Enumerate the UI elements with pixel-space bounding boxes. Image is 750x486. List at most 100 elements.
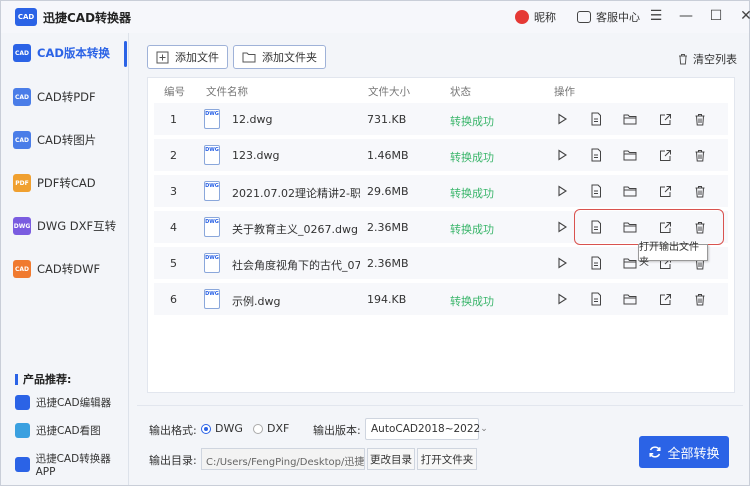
file-name: 示例.dwg bbox=[232, 295, 281, 308]
preview-button[interactable] bbox=[588, 255, 604, 271]
format-radio-dwg[interactable]: DWG bbox=[201, 422, 243, 435]
col-num: 编号 bbox=[164, 86, 185, 98]
dir-label: 输出目录: bbox=[149, 454, 197, 467]
close-button[interactable]: ✕ bbox=[737, 7, 750, 25]
recommend-item-label: 迅捷CAD转换器APP bbox=[35, 453, 111, 478]
open-folder-button[interactable] bbox=[622, 291, 638, 307]
format-option-label: DWG bbox=[215, 422, 243, 435]
open-output-button[interactable] bbox=[657, 291, 673, 307]
status-text: 转换成功 bbox=[450, 187, 494, 200]
version-value: AutoCAD2018~2022 bbox=[371, 423, 481, 435]
preview-button[interactable] bbox=[588, 147, 604, 163]
table-row[interactable]: 3 DWG 2021.07.02理论精讲2-职业... 29.6MB 转换成功 bbox=[154, 174, 728, 207]
folder-icon bbox=[242, 52, 256, 63]
file-name: 123.dwg bbox=[232, 149, 280, 162]
external-link-icon bbox=[659, 185, 672, 198]
minimize-button[interactable]: — bbox=[677, 7, 695, 25]
external-link-icon bbox=[659, 293, 672, 306]
customer-service-button[interactable]: 客服中心 bbox=[577, 9, 640, 25]
delete-button[interactable] bbox=[692, 183, 708, 199]
clear-list-button[interactable]: 清空列表 bbox=[677, 51, 737, 67]
pdf-to-cad-icon: PDF bbox=[13, 174, 31, 192]
convert-button[interactable] bbox=[554, 111, 570, 127]
file-size: 1.46MB bbox=[367, 149, 409, 162]
sidebar-item-cad-to-image[interactable]: CAD CAD转图片 bbox=[13, 128, 123, 152]
sidebar-item-pdf-to-cad[interactable]: PDF PDF转CAD bbox=[13, 171, 123, 195]
open-folder-button[interactable] bbox=[622, 111, 638, 127]
open-output-button[interactable] bbox=[657, 147, 673, 163]
preview-button[interactable] bbox=[588, 183, 604, 199]
open-output-button[interactable] bbox=[657, 183, 673, 199]
convert-button[interactable] bbox=[554, 291, 570, 307]
delete-button[interactable] bbox=[692, 291, 708, 307]
table-row[interactable]: 6 DWG 示例.dwg 194.KB 转换成功 bbox=[154, 282, 728, 315]
sidebar-item-cad-to-dwf[interactable]: CAD CAD转DWF bbox=[13, 257, 123, 281]
preview-button[interactable] bbox=[588, 111, 604, 127]
convert-button[interactable] bbox=[554, 255, 570, 271]
recommend-item-viewer[interactable]: 迅捷CAD看图 bbox=[15, 423, 101, 438]
col-name: 文件名称 bbox=[206, 86, 248, 98]
cad-editor-icon bbox=[15, 395, 30, 410]
convert-button[interactable] bbox=[554, 183, 570, 199]
document-icon bbox=[590, 112, 602, 126]
table-row[interactable]: 1 DWG 12.dwg 731.KB 转换成功 bbox=[154, 102, 728, 135]
maximize-button[interactable]: ☐ bbox=[707, 7, 725, 25]
change-dir-button[interactable]: 更改目录 bbox=[367, 448, 415, 470]
version-select[interactable]: AutoCAD2018~2022 ⌄ bbox=[365, 418, 488, 440]
external-link-icon bbox=[659, 113, 672, 126]
recommend-title-label: 产品推荐: bbox=[23, 373, 72, 386]
sidebar-item-label: CAD版本转换 bbox=[37, 46, 110, 60]
dwg-file-icon: DWG bbox=[204, 181, 220, 201]
add-folder-button[interactable]: 添加文件夹 bbox=[233, 45, 326, 69]
status-text: 转换成功 bbox=[450, 295, 494, 308]
open-folder-button[interactable] bbox=[622, 183, 638, 199]
recommend-item-app[interactable]: 迅捷CAD转换器APP bbox=[15, 451, 128, 478]
col-size: 文件大小 bbox=[368, 86, 410, 98]
open-folder-button[interactable]: 打开文件夹 bbox=[417, 448, 477, 470]
preview-button[interactable] bbox=[588, 291, 604, 307]
convert-button[interactable] bbox=[554, 219, 570, 235]
document-icon bbox=[590, 148, 602, 162]
menu-button[interactable]: ☰ bbox=[647, 7, 665, 25]
open-folder-button[interactable] bbox=[622, 147, 638, 163]
format-option-label: DXF bbox=[267, 422, 290, 435]
tooltip: 打开输出文件夹 bbox=[638, 242, 708, 268]
convert-all-label: 全部转换 bbox=[667, 446, 720, 462]
sidebar-item-cad-version[interactable]: CAD CAD版本转换 bbox=[13, 41, 123, 65]
cad-to-dwf-icon: CAD bbox=[13, 260, 31, 278]
recommend-item-editor[interactable]: 迅捷CAD编辑器 bbox=[15, 395, 111, 410]
sidebar-item-dwg-dxf[interactable]: DWG DWG DXF互转 bbox=[13, 214, 123, 238]
file-size: 731.KB bbox=[367, 113, 407, 126]
table-header: 编号 文件名称 文件大小 状态 操作 bbox=[148, 78, 734, 102]
sidebar: CAD CAD版本转换 CAD CAD转PDF CAD CAD转图片 PDF P… bbox=[1, 33, 129, 485]
convert-button[interactable] bbox=[554, 147, 570, 163]
sidebar-item-cad-to-pdf[interactable]: CAD CAD转PDF bbox=[13, 85, 123, 109]
recommend-item-label: 迅捷CAD看图 bbox=[36, 425, 101, 437]
dwg-file-icon: DWG bbox=[204, 217, 220, 237]
window-controls: ☰ — ☐ ✕ bbox=[647, 7, 750, 25]
output-dir-field[interactable]: C:/Users/FengPing/Desktop/迅捷C... bbox=[201, 448, 365, 470]
user-profile[interactable]: 昵称 bbox=[515, 9, 556, 25]
dwg-file-icon: DWG bbox=[204, 145, 220, 165]
open-output-button[interactable] bbox=[657, 111, 673, 127]
open-folder-button[interactable] bbox=[622, 255, 638, 271]
table-row[interactable]: 2 DWG 123.dwg 1.46MB 转换成功 bbox=[154, 138, 728, 171]
row-number: 2 bbox=[170, 149, 177, 162]
chevron-down-icon: ⌄ bbox=[480, 424, 488, 434]
convert-all-button[interactable]: 全部转换 bbox=[639, 436, 729, 468]
delete-button[interactable] bbox=[692, 111, 708, 127]
col-status: 状态 bbox=[450, 86, 471, 98]
trash-icon bbox=[694, 293, 706, 306]
row-number: 4 bbox=[170, 221, 177, 234]
hamburger-icon: ☰ bbox=[649, 8, 663, 24]
play-icon bbox=[556, 185, 568, 197]
format-label: 输出格式: bbox=[149, 424, 197, 437]
format-radio-dxf[interactable]: DXF bbox=[253, 422, 289, 435]
delete-button[interactable] bbox=[692, 147, 708, 163]
sidebar-item-label: CAD转DWF bbox=[37, 262, 101, 276]
cad-to-pdf-icon: CAD bbox=[13, 88, 31, 106]
cad-version-icon: CAD bbox=[13, 44, 31, 62]
add-file-button[interactable]: 添加文件 bbox=[147, 45, 228, 69]
play-icon bbox=[556, 149, 568, 161]
file-name: 12.dwg bbox=[232, 113, 273, 126]
